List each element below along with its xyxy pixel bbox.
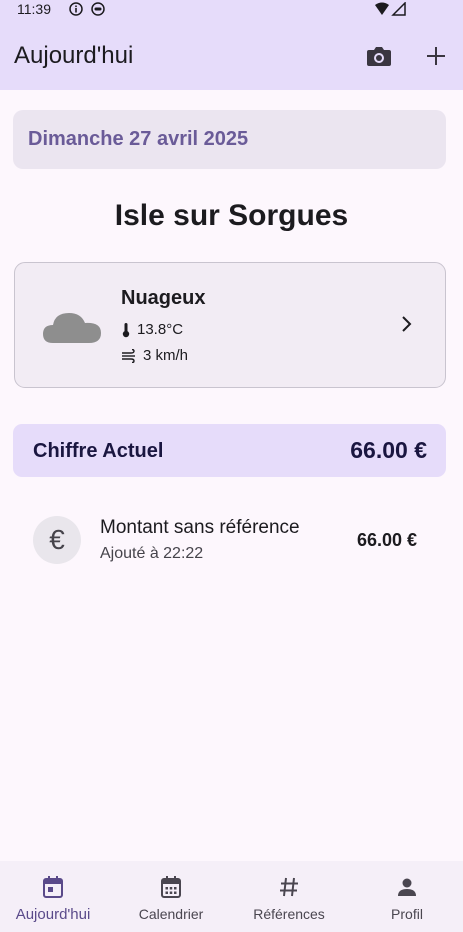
nav-label: Calendrier — [138, 906, 204, 922]
cloud-icon — [43, 313, 101, 343]
person-icon — [398, 878, 416, 896]
nav-item-profile[interactable]: Profil — [358, 861, 456, 932]
chevron-right-icon — [402, 316, 412, 332]
calendar-icon — [161, 876, 181, 898]
today-icon — [43, 876, 63, 898]
nav-label: Références — [253, 906, 325, 922]
city-title: Isle sur Sorgues — [114, 199, 349, 232]
date-card: Dimanche 27 avril 2025 — [13, 110, 446, 169]
nav-item-calendar[interactable]: Calendrier — [122, 861, 220, 932]
top-app-bar: 11:39 Aujourd'hui — [0, 0, 463, 90]
entry-amount: 66.00 € — [356, 530, 417, 550]
total-label: Chiffre Actuel — [33, 440, 164, 462]
add-icon[interactable] — [424, 44, 448, 68]
info-icon — [69, 2, 83, 16]
temperature-row: 13.8°C — [121, 321, 183, 338]
wind-row: 3 km/h — [121, 347, 188, 364]
page-title: Aujourd'hui — [14, 42, 134, 69]
total-value: 66.00 € — [350, 437, 427, 463]
nav-item-today[interactable]: Aujourd'hui — [0, 861, 106, 932]
list-item[interactable]: € Montant sans référence Ajouté à 22:22 … — [0, 500, 463, 580]
app-notification-icon — [91, 2, 105, 16]
signal-wifi-icon — [375, 2, 406, 16]
hashtag-icon — [280, 877, 298, 897]
current-total-bar: Chiffre Actuel 66.00 € — [13, 424, 446, 477]
bottom-navigation: Aujourd'hui Calendrier Références Profil — [0, 861, 463, 932]
weather-condition: Nuageux — [121, 287, 206, 309]
wind-icon — [122, 348, 135, 363]
status-bar: 11:39 — [0, 0, 463, 22]
nav-item-references[interactable]: Références — [240, 861, 338, 932]
wind-value: 3 km/h — [143, 347, 189, 364]
euro-icon: € — [33, 516, 81, 564]
entry-title: Montant sans référence — [100, 517, 300, 538]
nav-label: Profil — [391, 906, 423, 922]
nav-label: Aujourd'hui — [15, 906, 91, 923]
weather-card[interactable]: Nuageux 13.8°C 3 km/h — [14, 262, 446, 388]
entry-subtitle: Ajouté à 22:22 — [100, 545, 204, 562]
date-label: Dimanche 27 avril 2025 — [28, 128, 249, 150]
thermometer-icon — [122, 322, 130, 337]
status-time: 11:39 — [17, 1, 51, 17]
camera-icon[interactable] — [366, 44, 392, 68]
temperature-value: 13.8°C — [137, 321, 184, 338]
